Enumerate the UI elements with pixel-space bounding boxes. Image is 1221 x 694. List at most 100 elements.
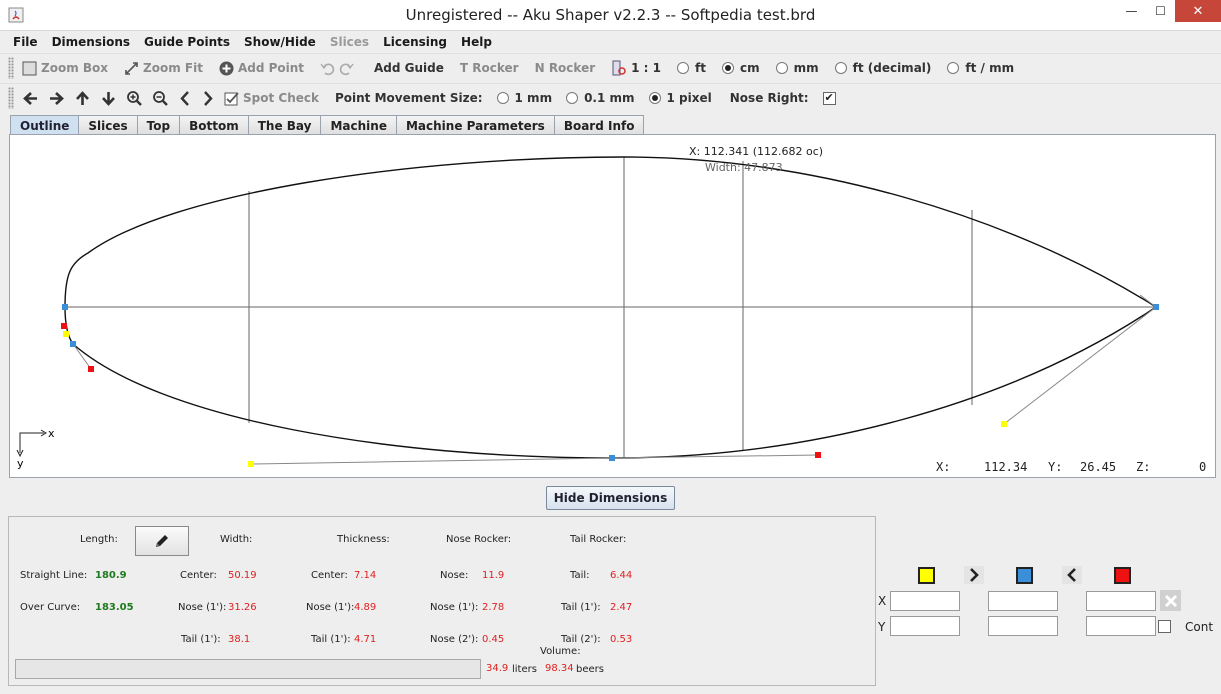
unit-ft-radio[interactable]: ft (677, 61, 706, 75)
tangent-point[interactable] (815, 452, 821, 458)
next-icon[interactable] (201, 90, 215, 107)
nose-rocker-nose2-value: 0.45 (482, 634, 505, 645)
unit-cm-label: cm (739, 61, 760, 75)
next-point-button[interactable] (964, 566, 984, 584)
close-button[interactable]: ✕ (1175, 0, 1221, 22)
unit-mm-radio[interactable]: mm (775, 61, 819, 75)
blue-x-input[interactable] (988, 591, 1058, 611)
previous-point-button[interactable] (1062, 566, 1082, 584)
hide-dimensions-button[interactable]: Hide Dimensions (546, 486, 675, 510)
continuous-checkbox[interactable] (1158, 620, 1171, 633)
red-tangent-swatch[interactable] (1114, 567, 1131, 584)
axis-arrowheads (16, 429, 47, 458)
tangent-handle-line (1003, 306, 1157, 425)
width-center-label: Center: (180, 570, 217, 581)
tab-slices[interactable]: Slices (78, 115, 138, 135)
nose-right-toggle[interactable]: Nose Right: (730, 91, 836, 105)
add-point-icon (219, 61, 234, 76)
nose-rocker-nose1-label: Nose (1'): (430, 602, 479, 613)
y-row-label: Y (878, 620, 886, 634)
add-guide-button[interactable]: Add Guide (374, 61, 444, 75)
maximize-button[interactable]: ☐ (1146, 0, 1175, 22)
red-x-input[interactable] (1086, 591, 1156, 611)
undo-redo-button[interactable] (320, 61, 358, 76)
menu-show-hide[interactable]: Show/Hide (237, 35, 323, 49)
chevron-right-icon (970, 568, 979, 582)
minimize-button[interactable]: — (1117, 0, 1146, 22)
menu-help[interactable]: Help (454, 35, 499, 49)
spot-check-button[interactable]: Spot Check (224, 91, 319, 106)
blue-point-swatch[interactable] (1016, 567, 1033, 584)
board-outline-drawing[interactable]: x y (10, 135, 1215, 477)
unit-ft-decimal-radio[interactable]: ft (decimal) (834, 61, 932, 75)
coord-z-label: Z: (1136, 460, 1151, 474)
previous-icon[interactable] (178, 90, 192, 107)
axis-indicator (19, 432, 44, 453)
chevron-left-icon (1067, 568, 1076, 582)
tab-the-bay[interactable]: The Bay (247, 115, 322, 135)
tab-machine-parameters[interactable]: Machine Parameters (395, 115, 555, 135)
blue-y-input[interactable] (988, 616, 1058, 636)
movement-1pixel-label: 1 pixel (666, 91, 712, 105)
pan-left-icon[interactable] (22, 90, 39, 107)
zoom-in-icon[interactable] (126, 90, 143, 107)
tangent-point[interactable] (61, 323, 67, 329)
tangent-point[interactable] (248, 461, 254, 467)
zoom-box-icon (22, 61, 37, 76)
unit-ft-mm-radio[interactable]: ft / mm (947, 61, 1014, 75)
movement-1pixel-radio[interactable]: 1 pixel (648, 91, 712, 105)
tab-bottom[interactable]: Bottom (179, 115, 249, 135)
unit-mm-radio-indicator (775, 62, 788, 74)
movement-1pixel-indicator (648, 92, 661, 104)
tab-top[interactable]: Top (136, 115, 181, 135)
menu-licensing[interactable]: Licensing (376, 35, 454, 49)
n-rocker-button[interactable]: N Rocker (535, 61, 596, 75)
menu-file[interactable]: File (6, 35, 45, 49)
volume-liters-value: 34.9 (486, 663, 509, 674)
add-point-button[interactable]: Add Point (219, 61, 304, 76)
coord-x-value: 112.34 (984, 460, 1028, 474)
pan-down-icon[interactable] (100, 90, 117, 107)
title-bar: Unregistered -- Aku Shaper v2.2.3 -- Sof… (0, 0, 1221, 31)
red-y-input[interactable] (1086, 616, 1156, 636)
control-point[interactable] (609, 455, 615, 461)
movement-1mm-radio[interactable]: 1 mm (496, 91, 552, 105)
nose-right-checkbox[interactable] (822, 91, 836, 105)
outline-canvas[interactable]: x y X: 112.341 (112.682 oc) Width: 47.87… (9, 134, 1216, 478)
tangent-point[interactable] (88, 366, 94, 372)
toolbar-grip[interactable] (8, 87, 14, 109)
pan-right-icon[interactable] (48, 90, 65, 107)
delete-point-button[interactable] (1160, 590, 1181, 611)
tab-outline[interactable]: Outline (10, 115, 80, 135)
scale-button[interactable]: 1 : 1 (611, 60, 661, 76)
zoom-box-label: Zoom Box (41, 61, 109, 75)
t-rocker-button[interactable]: T Rocker (460, 61, 519, 75)
pan-up-icon[interactable] (74, 90, 91, 107)
delete-x-icon (1164, 594, 1177, 607)
over-curve-value: 183.05 (95, 602, 134, 613)
edit-dimensions-button[interactable] (135, 526, 189, 556)
menu-guide-points[interactable]: Guide Points (137, 35, 237, 49)
beers-label: beers (576, 664, 604, 675)
yellow-tangent-swatch[interactable] (918, 567, 935, 584)
menu-slices[interactable]: Slices (323, 35, 376, 49)
menu-dimensions[interactable]: Dimensions (45, 35, 137, 49)
zoom-fit-button[interactable]: Zoom Fit (124, 61, 203, 76)
tangent-point[interactable] (63, 331, 69, 337)
tab-machine[interactable]: Machine (320, 115, 397, 135)
tangent-point[interactable] (1001, 421, 1007, 427)
yellow-x-input[interactable] (890, 591, 960, 611)
zoom-box-button[interactable]: Zoom Box (22, 61, 108, 76)
zoom-out-icon[interactable] (152, 90, 169, 107)
thickness-center-label: Center: (311, 570, 348, 581)
control-point[interactable] (1153, 304, 1159, 310)
control-point[interactable] (62, 304, 68, 310)
movement-0-1mm-radio[interactable]: 0.1 mm (566, 91, 635, 105)
nose-rocker-nose1-value: 2.78 (482, 602, 505, 613)
toolbar-grip[interactable] (8, 57, 14, 79)
control-point[interactable] (70, 341, 76, 347)
yellow-y-input[interactable] (890, 616, 960, 636)
tab-board-info[interactable]: Board Info (553, 115, 645, 135)
unit-ft-decimal-label: ft (decimal) (852, 61, 932, 75)
unit-cm-radio[interactable]: cm (721, 61, 760, 75)
